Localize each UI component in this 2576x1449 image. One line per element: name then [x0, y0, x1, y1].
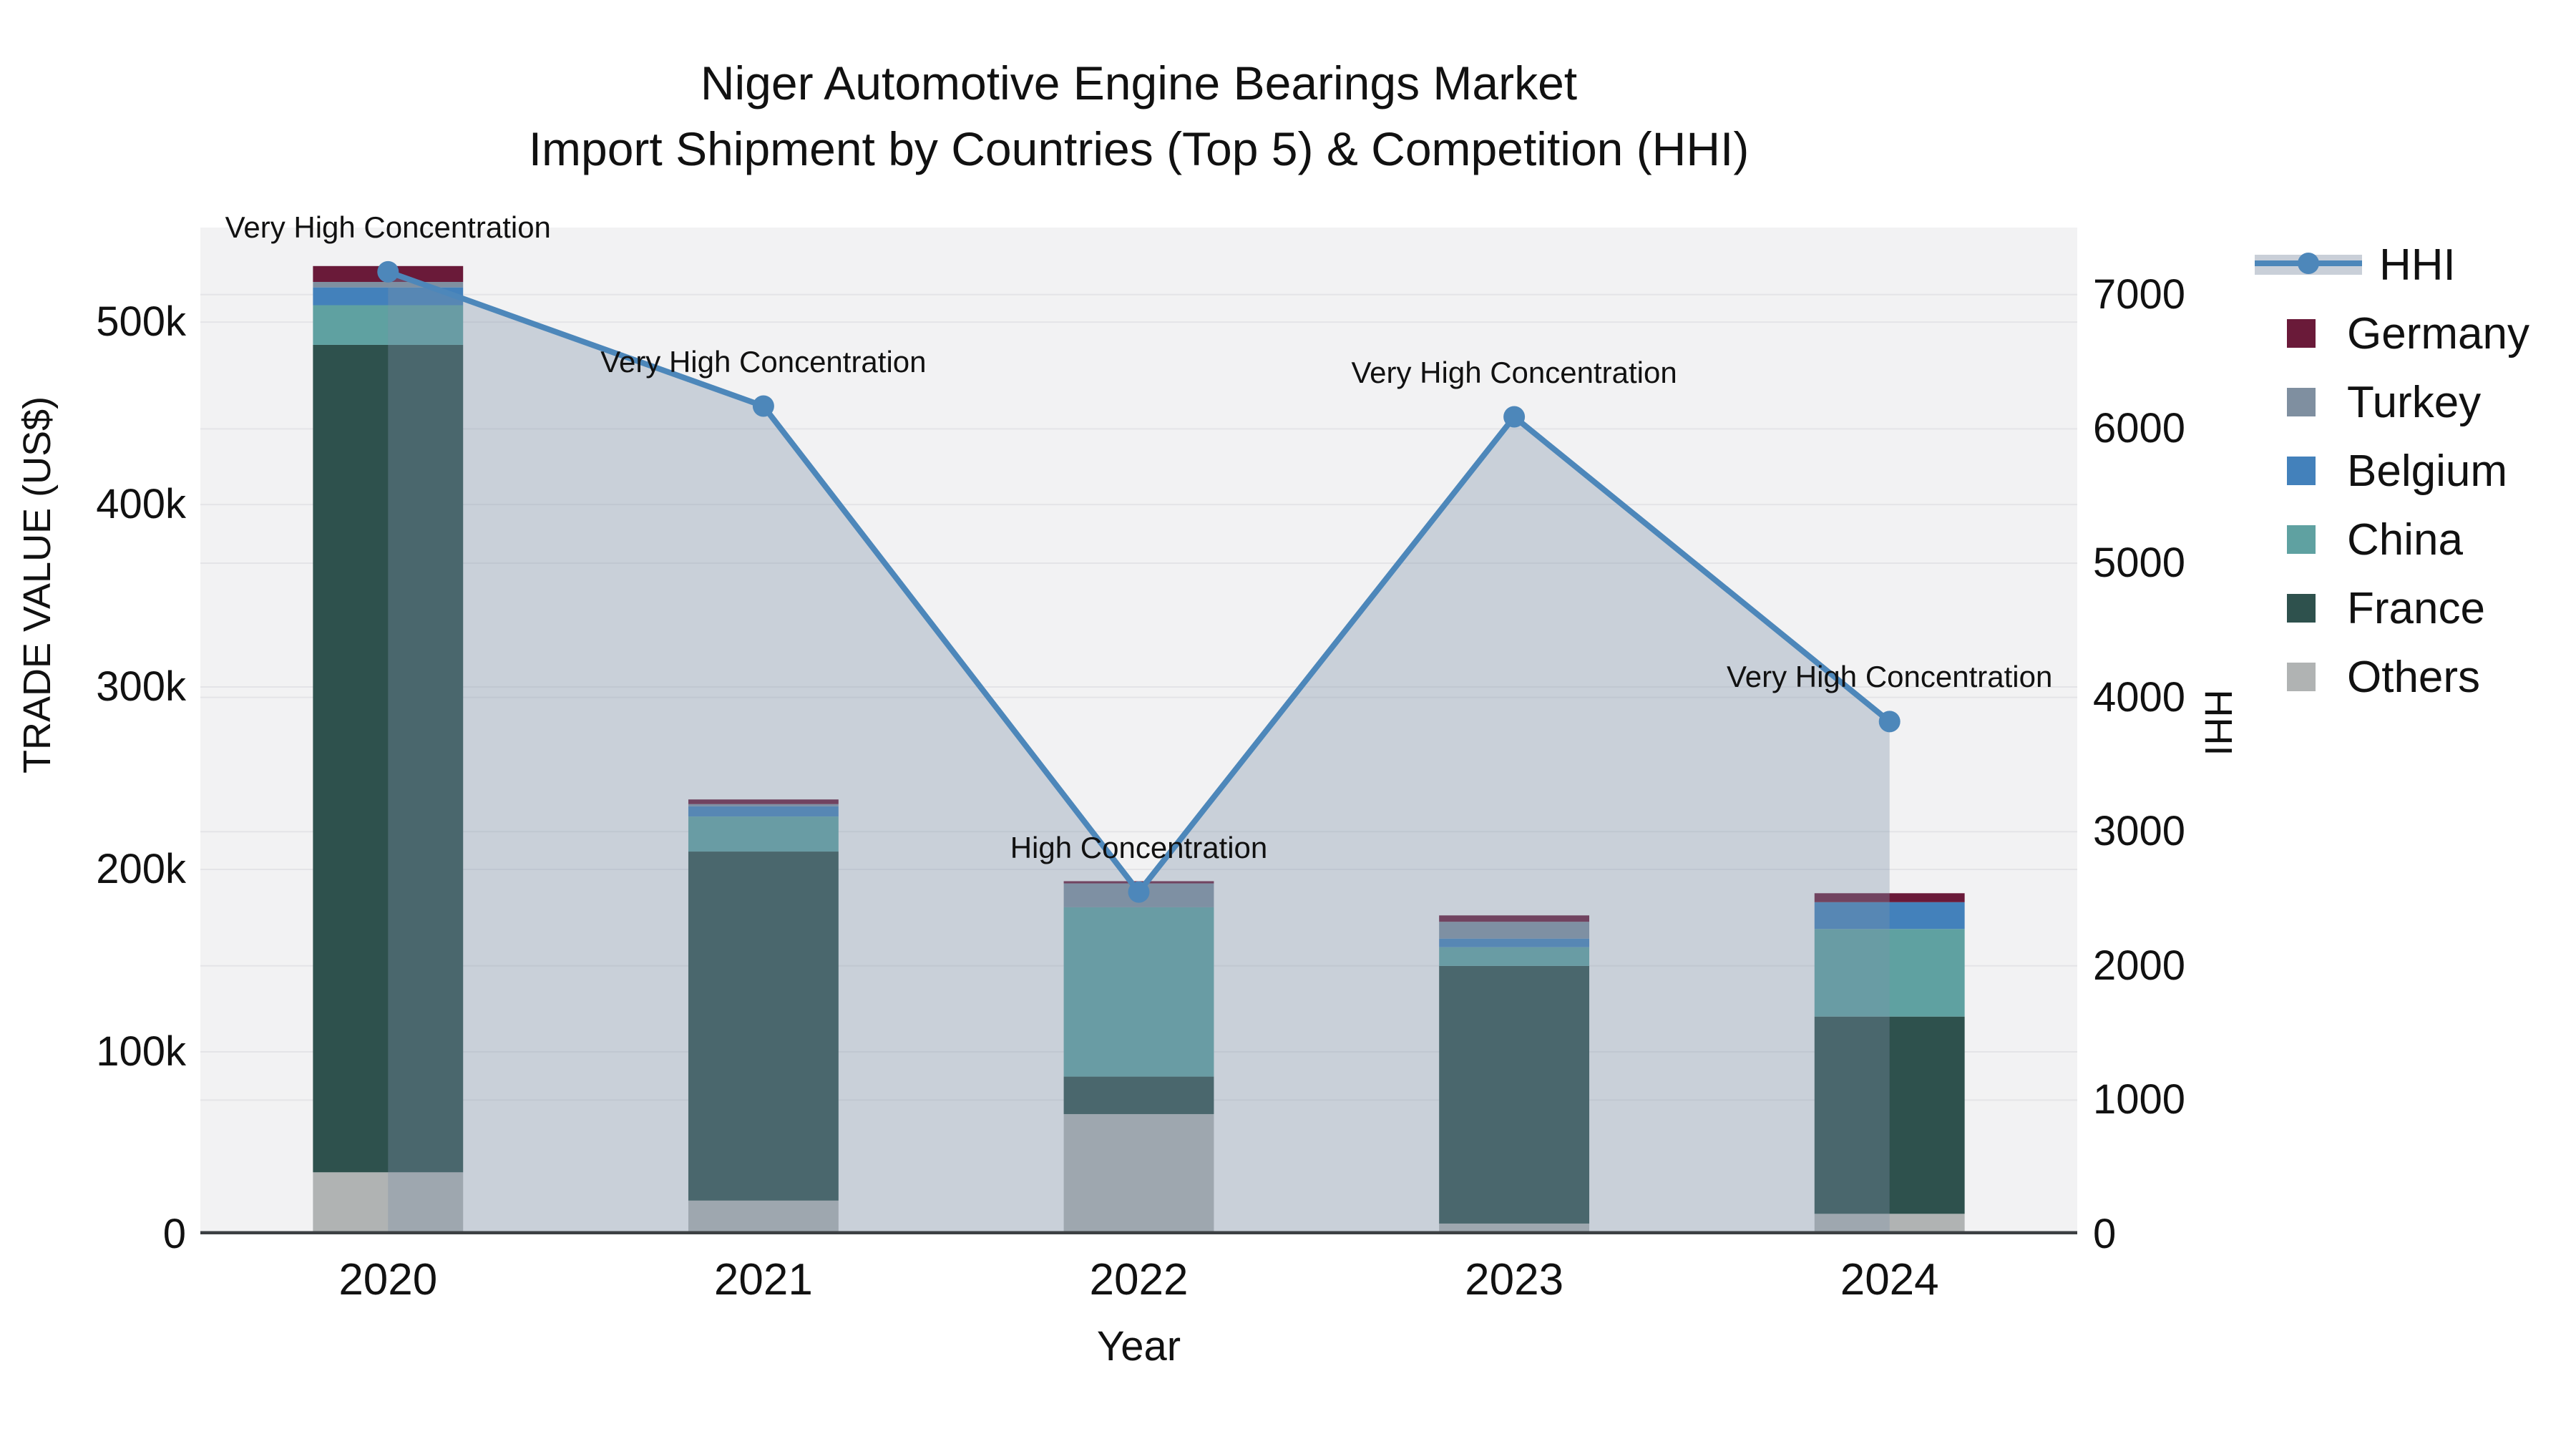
y-right-tick-6000: 6000 — [2093, 405, 2186, 452]
legend-label-belgium: Belgium — [2347, 446, 2507, 496]
legend-swatch-turkey — [2287, 388, 2316, 416]
x-axis-title: Year — [1096, 1323, 1181, 1370]
x-tick-2023: 2023 — [1465, 1255, 1564, 1304]
legend-item-belgium[interactable]: Belgium — [2287, 436, 2529, 505]
annotation-2022: High Concentration — [1010, 830, 1268, 864]
hhi-area-fill — [388, 271, 1890, 1234]
x-tick-2021: 2021 — [713, 1255, 813, 1304]
legend-swatch-belgium — [2287, 457, 2316, 485]
legend-swatch-france — [2287, 594, 2316, 623]
legend-label-hhi: HHI — [2379, 240, 2456, 290]
hhi-point-2020[interactable] — [377, 260, 399, 283]
y-right-tick-0: 0 — [2093, 1211, 2117, 1257]
chart-canvas: Niger Automotive Engine Bearings Market … — [0, 0, 2576, 1449]
chart-title: Niger Automotive Engine Bearings Market … — [200, 50, 2077, 182]
y-axis-right-title: HHI — [2197, 689, 2240, 756]
hhi-point-2024[interactable] — [1878, 711, 1901, 733]
annotation-2024: Very High Concentration — [1727, 660, 2053, 694]
y-right-tick-3000: 3000 — [2093, 808, 2186, 855]
legend-item-china[interactable]: China — [2287, 505, 2529, 574]
legend-line-sample-icon — [2255, 253, 2362, 275]
x-tick-2024: 2024 — [1840, 1255, 1939, 1304]
annotation-2020: Very High Concentration — [225, 210, 551, 244]
legend-item-others[interactable]: Others — [2287, 643, 2529, 711]
legend: HHI Germany Turkey Belgium China France Others — [2255, 230, 2529, 711]
legend-label-others: Others — [2347, 652, 2481, 702]
y-left-tick-100k: 100k — [96, 1028, 186, 1075]
hhi-point-2021[interactable] — [752, 395, 774, 417]
legend-line-marker-icon — [2298, 253, 2319, 274]
y-right-tick-4000: 4000 — [2093, 673, 2186, 721]
y-right-tick-7000: 7000 — [2093, 270, 2186, 318]
y-right-tick-2000: 2000 — [2093, 942, 2186, 989]
legend-label-turkey: Turkey — [2347, 377, 2482, 427]
legend-item-hhi[interactable]: HHI — [2255, 230, 2529, 299]
legend-item-france[interactable]: France — [2287, 574, 2529, 643]
y-right-tick-1000: 1000 — [2093, 1076, 2186, 1123]
y-left-tick-200k: 200k — [96, 846, 186, 893]
legend-label-china: China — [2347, 514, 2463, 565]
hhi-point-2023[interactable] — [1503, 406, 1526, 428]
x-tick-2022: 2022 — [1089, 1255, 1189, 1304]
legend-label-france: France — [2347, 583, 2485, 633]
legend-item-germany[interactable]: Germany — [2287, 299, 2529, 368]
y-left-tick-300k: 300k — [96, 663, 186, 711]
hhi-point-2022[interactable] — [1128, 881, 1150, 903]
y-left-tick-500k: 500k — [96, 298, 186, 346]
legend-item-turkey[interactable]: Turkey — [2287, 368, 2529, 436]
legend-swatch-china — [2287, 525, 2316, 554]
legend-swatch-germany — [2287, 319, 2316, 348]
y-left-tick-0: 0 — [162, 1211, 186, 1257]
y-right-tick-5000: 5000 — [2093, 540, 2186, 586]
chart-title-line1: Niger Automotive Engine Bearings Market — [700, 57, 1578, 109]
y-left-tick-400k: 400k — [96, 481, 186, 528]
annotation-2021: Very High Concentration — [600, 344, 927, 379]
legend-swatch-others — [2287, 663, 2316, 691]
plot-svg — [200, 260, 2077, 1234]
annotation-2023: Very High Concentration — [1351, 355, 1677, 389]
chart-title-line2: Import Shipment by Countries (Top 5) & C… — [528, 122, 1750, 175]
legend-label-germany: Germany — [2347, 308, 2529, 358]
x-tick-2020: 2020 — [338, 1255, 438, 1304]
